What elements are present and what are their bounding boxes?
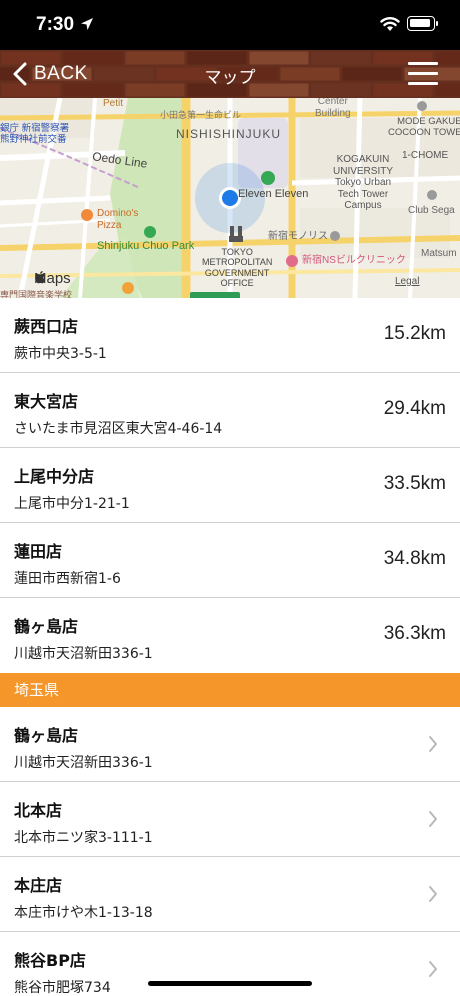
- page-title: マップ: [204, 68, 256, 88]
- store-address: 蕨市中央3-5-1: [14, 346, 107, 362]
- store-address: 蓮田市西新宿1-6: [14, 571, 121, 587]
- map-label: 銀庁 新宿警察署 熊野神社前交番: [0, 123, 70, 145]
- section-header: 埼玉県: [0, 673, 460, 707]
- map-label: 1-CHOME: [402, 150, 449, 161]
- menu-icon: [408, 62, 438, 65]
- map-label: 専門国際音楽学校: [0, 290, 73, 298]
- store-distance: 34.8km: [383, 548, 446, 569]
- home-indicator[interactable]: [148, 981, 312, 986]
- chevron-right-icon: [429, 736, 437, 752]
- store-address: 北本市ニツ家3-111-1: [14, 830, 153, 846]
- store-address: 上尾市中分1-21-1: [14, 496, 130, 512]
- list-item[interactable]: 東大宮店 さいたま市見沼区東大宮4-46-14 29.4km: [0, 373, 460, 448]
- wifi-icon: [380, 17, 400, 31]
- list-item[interactable]: 北本店 北本市ニツ家3-111-1: [0, 782, 460, 857]
- store-distance: 15.2km: [383, 323, 446, 344]
- chevron-right-icon: [429, 886, 437, 902]
- legal-link[interactable]: Legal: [395, 276, 419, 288]
- list-item[interactable]: 蕨西口店 蕨市中央3-5-1 15.2km: [0, 298, 460, 373]
- map-label: Matsum: [421, 248, 457, 259]
- nav-bar: BACK マップ: [0, 50, 460, 98]
- list-item[interactable]: 鶴ヶ島店 川越市天沼新田336-1: [0, 707, 460, 782]
- store-name: 熊谷BP店: [14, 951, 86, 970]
- map-label: Center Building: [315, 98, 351, 119]
- store-name: 蕨西口店: [14, 317, 79, 336]
- store-address: 本庄市けや木1-13-18: [14, 905, 153, 921]
- map-label: KOGAKUIN UNIVERSITY Tokyo Urban Tech Tow…: [333, 154, 394, 211]
- status-bar: 7:30: [0, 0, 460, 50]
- map-label: Club Sega: [408, 205, 455, 216]
- menu-button[interactable]: [408, 62, 438, 86]
- chevron-right-icon: [429, 811, 437, 827]
- map-label: TOKYO METROPOLITAN GOVERNMENT OFFICE: [202, 247, 273, 289]
- list-item[interactable]: 上尾中分店 上尾市中分1-21-1 33.5km: [0, 448, 460, 523]
- store-address: 川越市天沼新田336-1: [14, 646, 153, 662]
- battery-icon: [407, 16, 438, 31]
- store-address: 川越市天沼新田336-1: [14, 755, 153, 771]
- map-label: NISHISHINJUKU: [176, 127, 282, 141]
- store-name: 北本店: [14, 801, 63, 820]
- store-distance: 29.4km: [383, 398, 446, 419]
- map-label: 新宿モノリス: [268, 231, 328, 242]
- store-name: 本庄店: [14, 876, 63, 895]
- map-label: Eleven Eleven: [238, 188, 309, 200]
- store-distance: 33.5km: [383, 473, 446, 494]
- list-item[interactable]: 鶴ヶ島店 川越市天沼新田336-1 36.3km: [0, 598, 460, 673]
- store-name: 東大宮店: [14, 392, 79, 411]
- store-distance: 36.3km: [383, 623, 446, 644]
- map-label: 小田急第一生命ビル: [160, 110, 242, 120]
- map-label: MODE GAKUEN COCOON TOWER: [388, 116, 460, 138]
- list-item[interactable]: 熊谷BP店 熊谷市肥塚734: [0, 932, 460, 996]
- list-item[interactable]: 本庄店 本庄市けや木1-13-18: [0, 857, 460, 932]
- status-time: 7:30: [36, 14, 75, 35]
- store-name: 上尾中分店: [14, 467, 95, 486]
- list-item[interactable]: 蓮田店 蓮田市西新宿1-6 34.8km: [0, 523, 460, 598]
- store-address: 熊谷市肥塚734: [14, 980, 111, 996]
- apple-logo-icon: [35, 271, 45, 284]
- map-label: Shinjuku Chuo Park: [97, 240, 195, 252]
- store-address: さいたま市見沼区東大宮4-46-14: [14, 421, 223, 437]
- chevron-right-icon: [429, 961, 437, 977]
- location-arrow-icon: [81, 18, 93, 30]
- map-view[interactable]: Petit 小田急第一生命ビル NISHISHINJUKU Center Bui…: [0, 98, 460, 298]
- maps-logo: Maps: [34, 270, 71, 287]
- map-label: 新宿NSビルクリニック: [302, 255, 406, 266]
- map-label: Domino's Pizza: [97, 208, 139, 231]
- store-list: 蕨西口店 蕨市中央3-5-1 15.2km 東大宮店 さいたま市見沼区東大宮4-…: [0, 298, 460, 996]
- store-name: 鶴ヶ島店: [14, 617, 79, 636]
- store-name: 鶴ヶ島店: [14, 726, 79, 745]
- store-name: 蓮田店: [14, 542, 63, 561]
- map-label: Petit: [103, 98, 124, 109]
